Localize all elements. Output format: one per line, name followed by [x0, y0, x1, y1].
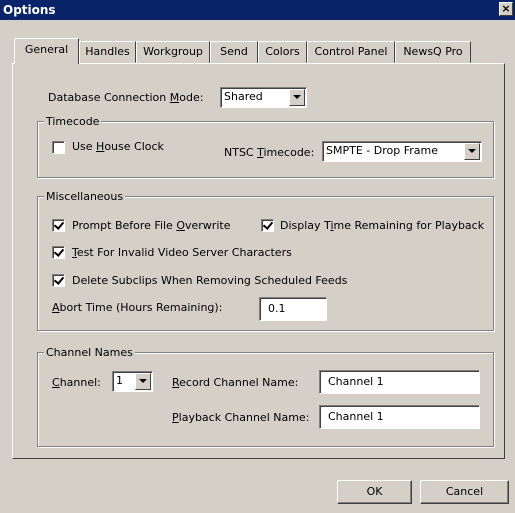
- channel-label: Channel:: [52, 376, 101, 389]
- close-button[interactable]: ×: [499, 2, 513, 16]
- chevron-down-icon: [289, 89, 305, 106]
- display-time-remaining-label: Display Time Remaining for Playback: [280, 219, 485, 232]
- ok-button[interactable]: OK: [337, 480, 412, 504]
- title-bar: Options ×: [0, 0, 515, 20]
- tab-colors[interactable]: Colors: [258, 41, 307, 63]
- miscellaneous-group-title: Miscellaneous: [44, 190, 126, 203]
- playback-channel-name-input[interactable]: Channel 1: [319, 405, 480, 429]
- abort-time-label: Abort Time (Hours Remaining):: [52, 301, 223, 314]
- test-invalid-characters-label: Test For Invalid Video Server Characters: [72, 246, 292, 259]
- tab-general[interactable]: General: [14, 38, 79, 64]
- ntsc-timecode-select[interactable]: SMPTE - Drop Frame: [322, 141, 482, 162]
- db-connection-label: Database Connection Mode:: [48, 91, 204, 104]
- tab-send[interactable]: Send: [210, 41, 258, 63]
- delete-subclips-checkbox[interactable]: [52, 274, 65, 287]
- display-time-remaining-checkbox[interactable]: [261, 219, 274, 232]
- close-icon: ×: [501, 2, 511, 15]
- tab-newsq-pro[interactable]: NewsQ Pro: [395, 41, 471, 63]
- chevron-down-icon: [464, 143, 480, 160]
- use-house-clock-checkbox[interactable]: [52, 141, 65, 154]
- tab-handles[interactable]: Handles: [79, 41, 136, 63]
- delete-subclips-label: Delete Subclips When Removing Scheduled …: [72, 274, 348, 287]
- prompt-overwrite-checkbox[interactable]: [52, 219, 65, 232]
- db-connection-select[interactable]: Shared: [220, 87, 307, 108]
- channel-names-group-title: Channel Names: [44, 346, 135, 359]
- abort-time-input[interactable]: 0.1: [259, 297, 327, 321]
- chevron-down-icon: [135, 373, 151, 390]
- tab-workgroup[interactable]: Workgroup: [136, 41, 210, 63]
- window-title: Options: [3, 3, 56, 17]
- ntsc-timecode-label: NTSC Timecode:: [224, 146, 315, 159]
- use-house-clock-label: Use House Clock: [72, 140, 164, 153]
- prompt-overwrite-label: Prompt Before File Overwrite: [72, 219, 231, 232]
- options-dialog: Options × General Handles Workgroup Send…: [0, 0, 515, 513]
- record-channel-name-input[interactable]: Channel 1: [319, 370, 480, 394]
- timecode-group-title: Timecode: [44, 115, 102, 128]
- channel-select[interactable]: 1: [112, 371, 153, 392]
- playback-channel-name-label: Playback Channel Name:: [172, 411, 310, 424]
- cancel-button[interactable]: Cancel: [420, 480, 509, 504]
- channel-names-group: Channel Names: [37, 346, 494, 447]
- record-channel-name-label: Record Channel Name:: [172, 376, 299, 389]
- test-invalid-characters-checkbox[interactable]: [52, 246, 65, 259]
- tab-control-panel[interactable]: Control Panel: [307, 41, 395, 63]
